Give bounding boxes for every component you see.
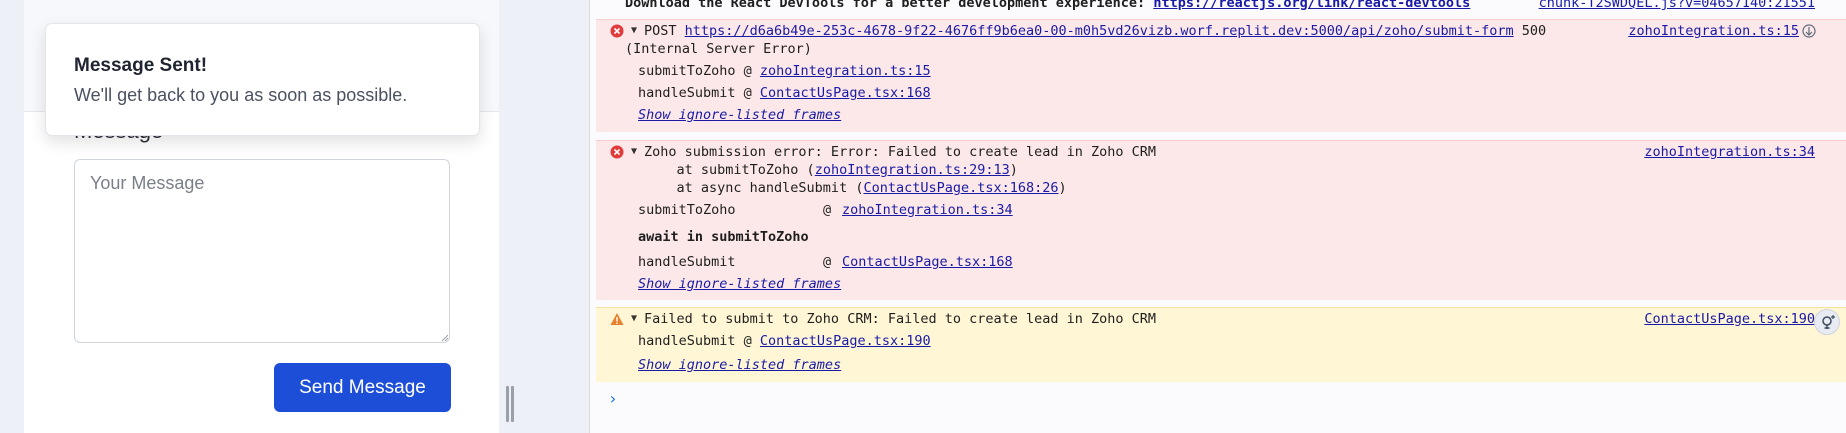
- stack-frame: handleSubmit @ ContactUsPage.tsx:168: [638, 84, 931, 102]
- stack-frame: handleSubmit @ ContactUsPage.tsx:190: [638, 332, 931, 350]
- stack-trace-line: at submitToZoho (zohoIntegration.ts:29:1…: [644, 161, 1018, 179]
- error-message: Zoho submission error: Error: Failed to …: [644, 144, 1157, 160]
- banner-text: Download the React DevTools for a better…: [625, 0, 1154, 11]
- error-icon: [610, 145, 624, 159]
- error-icon: [610, 24, 624, 38]
- resize-grip-icon[interactable]: [441, 334, 449, 342]
- show-ignore-listed-frames-link[interactable]: Show ignore-listed frames: [638, 356, 841, 374]
- stack-trace-line: at async handleSubmit (ContactUsPage.tsx…: [644, 179, 1067, 197]
- stack-frame-fn: submitToZoho: [638, 202, 736, 218]
- trace-prefix: at async handleSubmit (: [644, 180, 864, 196]
- error-source-link[interactable]: zohoIntegration.ts:34: [1644, 143, 1815, 161]
- await-line: await in submitToZoho: [638, 229, 809, 245]
- stack-frame-at: @: [823, 202, 840, 218]
- console-warning: ▼ Failed to submit to Zoho CRM: Failed t…: [596, 307, 1846, 382]
- send-message-button[interactable]: Send Message: [274, 363, 451, 412]
- warning-message: Failed to submit to Zoho CRM: Failed to …: [644, 311, 1157, 327]
- expand-triangle-icon[interactable]: ▼: [631, 143, 637, 161]
- warning-source-link[interactable]: ContactUsPage.tsx:190: [1644, 310, 1815, 328]
- stack-frame-at: @: [823, 254, 840, 270]
- error-source-link[interactable]: zohoIntegration.ts:15: [1628, 22, 1799, 40]
- lightbulb-icon: [1822, 315, 1835, 329]
- show-ignore-listed-frames-link[interactable]: Show ignore-listed frames: [638, 275, 841, 293]
- react-devtools-banner: Download the React DevTools for a better…: [625, 0, 1470, 12]
- console-error-post: ▼ POST https://d6a6b49e-253c-4678-9f22-4…: [596, 19, 1846, 132]
- toast-notification: Message Sent! We'll get back to you as s…: [45, 23, 480, 136]
- stack-frame-fn: handleSubmit: [638, 254, 736, 270]
- request-url-link[interactable]: https://d6a6b49e-253c-4678-9f22-4676ff9b…: [685, 23, 1514, 39]
- stack-frame-link[interactable]: ContactUsPage.tsx:168: [842, 253, 1013, 271]
- devtools-console: Download the React DevTools for a better…: [589, 0, 1846, 433]
- toast-title: Message Sent!: [74, 55, 208, 76]
- toast-description: We'll get back to you as soon as possibl…: [74, 85, 408, 105]
- stack-frame-link[interactable]: zohoIntegration.ts:15: [760, 63, 931, 79]
- trace-suffix: ): [1058, 180, 1067, 196]
- expand-triangle-icon[interactable]: ▼: [631, 310, 637, 328]
- trace-link[interactable]: ContactUsPage.tsx:168:26: [863, 180, 1058, 196]
- show-ignore-listed-frames-link[interactable]: Show ignore-listed frames: [638, 106, 841, 124]
- stack-frame-fn: handleSubmit @: [638, 85, 760, 101]
- banner-source-link[interactable]: chunk-T2SWDQEL.js?v=04657140:21551: [1539, 0, 1815, 12]
- status-code: 500: [1513, 23, 1547, 39]
- error-request-line: POST https://d6a6b49e-253c-4678-9f22-467…: [644, 22, 1546, 40]
- stack-frame: submitToZoho @ zohoIntegration.ts:15: [638, 62, 931, 80]
- react-devtools-link[interactable]: https://reactjs.org/link/react-devtools: [1153, 0, 1470, 11]
- message-textarea[interactable]: [74, 159, 450, 343]
- console-prompt-chevron-icon[interactable]: ›: [608, 389, 618, 408]
- stack-frame-link[interactable]: ContactUsPage.tsx:190: [760, 333, 931, 349]
- trace-prefix: at submitToZoho (: [644, 162, 815, 178]
- request-method: POST: [644, 23, 685, 39]
- panel-resize-handle[interactable]: [506, 386, 516, 422]
- network-icon[interactable]: [1802, 24, 1816, 38]
- stack-frame-link[interactable]: ContactUsPage.tsx:168: [760, 85, 931, 101]
- status-text: (Internal Server Error): [625, 41, 812, 57]
- web-page: Message Send Message Message Sent! We'll…: [0, 0, 499, 433]
- warning-icon: [610, 313, 624, 325]
- expand-triangle-icon[interactable]: ▼: [631, 22, 637, 40]
- trace-suffix: ): [1009, 162, 1018, 178]
- stack-frame-fn: handleSubmit @: [638, 333, 760, 349]
- stack-frame-link[interactable]: zohoIntegration.ts:34: [842, 201, 1013, 219]
- console-error-zoho: ▼ Zoho submission error: Error: Failed t…: [596, 140, 1846, 300]
- ai-assist-button[interactable]: [1814, 309, 1840, 335]
- trace-link[interactable]: zohoIntegration.ts:29:13: [815, 162, 1010, 178]
- stack-frame-fn: submitToZoho @: [638, 63, 760, 79]
